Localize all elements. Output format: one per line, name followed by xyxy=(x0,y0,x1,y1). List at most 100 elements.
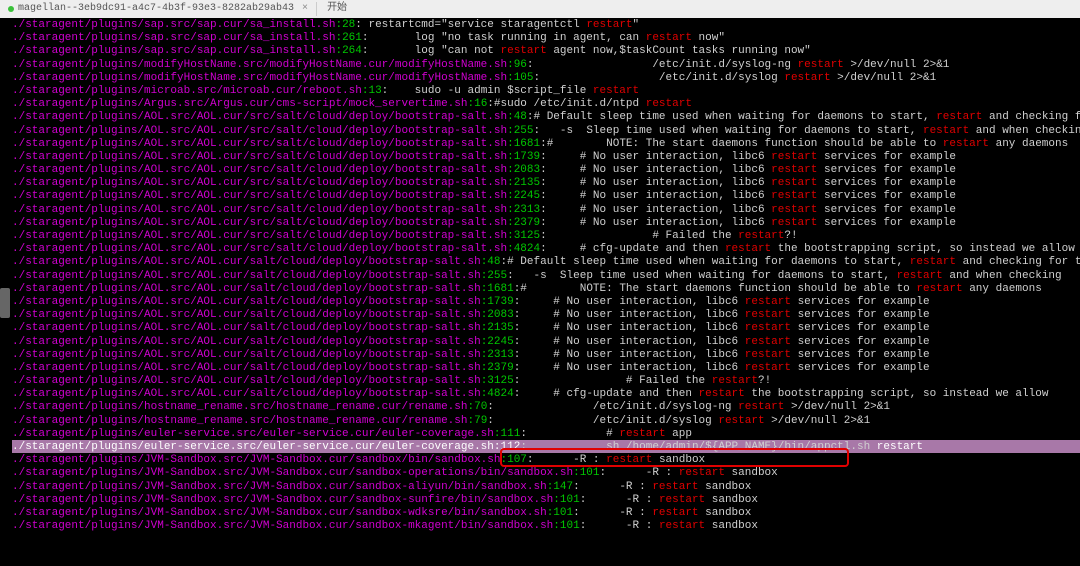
line-text: : # No user interaction, libc6 xyxy=(540,150,771,163)
grep-result-line[interactable]: ./staragent/plugins/Argus.src/Argus.cur/… xyxy=(12,97,1080,110)
tab-session-1[interactable]: magellan--3eb9dc91-a4c7-4b3f-93e3-8282ab… xyxy=(0,2,316,16)
close-icon[interactable]: × xyxy=(302,2,308,16)
grep-result-line[interactable]: ./staragent/plugins/JVM-Sandbox.src/JVM-… xyxy=(12,493,1080,506)
grep-result-line[interactable]: ./staragent/plugins/AOL.src/AOL.cur/src/… xyxy=(12,242,1080,255)
grep-result-line[interactable]: ./staragent/plugins/AOL.src/AOL.cur/salt… xyxy=(12,374,1080,387)
line-number: 264 xyxy=(342,44,362,57)
line-text: : log "no task running in agent, can xyxy=(362,31,646,44)
line-text-after: >/dev/null 2>&1 xyxy=(831,71,937,84)
line-text: : # No user interaction, libc6 xyxy=(540,216,771,229)
grep-result-line[interactable]: ./staragent/plugins/JVM-Sandbox.src/JVM-… xyxy=(12,480,1080,493)
line-text-after: ?! xyxy=(758,374,771,387)
match-keyword: restart xyxy=(652,506,698,519)
line-text: : # xyxy=(520,427,619,440)
grep-result-line[interactable]: ./staragent/plugins/modifyHostName.src/m… xyxy=(12,58,1080,71)
grep-result-line[interactable]: ./staragent/plugins/AOL.src/AOL.cur/src/… xyxy=(12,229,1080,242)
grep-result-line[interactable]: ./staragent/plugins/AOL.src/AOL.cur/salt… xyxy=(12,348,1080,361)
grep-result-line[interactable]: ./staragent/plugins/sap.src/sap.cur/sa_i… xyxy=(12,31,1080,44)
file-path: ./staragent/plugins/AOL.src/AOL.cur/salt… xyxy=(12,361,481,374)
grep-result-line[interactable]: ./staragent/plugins/AOL.src/AOL.cur/salt… xyxy=(12,361,1080,374)
grep-result-line[interactable]: ./staragent/plugins/sap.src/sap.cur/sa_i… xyxy=(12,44,1080,57)
line-text-after: >/dev/null 2>&1 xyxy=(844,58,950,71)
line-number: 255 xyxy=(487,269,507,282)
grep-result-line[interactable]: ./staragent/plugins/JVM-Sandbox.src/JVM-… xyxy=(12,519,1080,532)
grep-result-line[interactable]: ./staragent/plugins/AOL.src/AOL.cur/salt… xyxy=(12,282,1080,295)
line-number: 2083 xyxy=(514,163,540,176)
grep-result-line[interactable]: ./staragent/plugins/sap.src/sap.cur/sa_i… xyxy=(12,18,1080,31)
file-path: ./staragent/plugins/modifyHostName.src/m… xyxy=(12,58,507,71)
status-dot-icon xyxy=(8,6,14,12)
file-path: ./staragent/plugins/AOL.src/AOL.cur/salt… xyxy=(12,295,481,308)
file-path: ./staragent/plugins/Argus.src/Argus.cur/… xyxy=(12,97,467,110)
line-text-after: and checking for these running xyxy=(956,255,1080,268)
grep-result-line[interactable]: ./staragent/plugins/AOL.src/AOL.cur/src/… xyxy=(12,110,1080,123)
grep-result-line[interactable]: ./staragent/plugins/AOL.src/AOL.cur/src/… xyxy=(12,189,1080,202)
grep-result-line[interactable]: ./staragent/plugins/AOL.src/AOL.cur/salt… xyxy=(12,308,1080,321)
grep-result-line[interactable]: ./staragent/plugins/AOL.src/AOL.cur/salt… xyxy=(12,269,1080,282)
line-text: :#sudo /etc/init.d/ntpd xyxy=(487,97,645,110)
tab-start[interactable]: 开始 xyxy=(316,2,357,16)
grep-result-line[interactable]: ./staragent/plugins/modifyHostName.src/m… xyxy=(12,71,1080,84)
line-text-after: >/dev/null 2>&1 xyxy=(784,400,890,413)
line-text-after: and when checking xyxy=(969,124,1080,137)
line-text: : # No user interaction, libc6 xyxy=(514,335,745,348)
line-number: 2379 xyxy=(487,361,513,374)
grep-result-line[interactable]: ./staragent/plugins/euler-service.src/eu… xyxy=(12,440,1080,453)
file-path: ./staragent/plugins/AOL.src/AOL.cur/src/… xyxy=(12,176,507,189)
grep-result-line[interactable]: ./staragent/plugins/AOL.src/AOL.cur/src/… xyxy=(12,176,1080,189)
match-keyword: restart xyxy=(923,124,969,137)
line-text: : # Failed the xyxy=(540,229,738,242)
file-path: ./staragent/plugins/AOL.src/AOL.cur/salt… xyxy=(12,308,481,321)
match-keyword: restart xyxy=(699,387,745,400)
grep-result-line[interactable]: ./staragent/plugins/AOL.src/AOL.cur/src/… xyxy=(12,124,1080,137)
line-text: : sh /home/admin/${APP_NAME}/bin/appctl.… xyxy=(520,440,876,453)
grep-result-line[interactable]: ./staragent/plugins/microab.src/microab.… xyxy=(12,84,1080,97)
match-keyword: restart xyxy=(936,110,982,123)
line-text-after: " xyxy=(633,18,640,31)
grep-result-line[interactable]: ./staragent/plugins/hostname_rename.src/… xyxy=(12,400,1080,413)
terminal-output[interactable]: ./staragent/plugins/sap.src/sap.cur/sa_i… xyxy=(0,18,1080,566)
match-keyword: restart xyxy=(745,308,791,321)
line-text: : -R : xyxy=(527,453,606,466)
line-text-after: sandbox xyxy=(699,506,752,519)
grep-result-line[interactable]: ./staragent/plugins/AOL.src/AOL.cur/salt… xyxy=(12,335,1080,348)
line-text: : # No user interaction, libc6 xyxy=(514,308,745,321)
line-text: : # No user interaction, libc6 xyxy=(540,163,771,176)
line-text-after: and checking for these running xyxy=(982,110,1080,123)
line-text-after: services for example xyxy=(817,163,956,176)
match-keyword: restart xyxy=(745,348,791,361)
file-path: ./staragent/plugins/sap.src/sap.cur/sa_i… xyxy=(12,31,335,44)
file-path: ./staragent/plugins/microab.src/microab.… xyxy=(12,84,362,97)
file-path: ./staragent/plugins/euler-service.src/eu… xyxy=(12,440,494,453)
grep-result-line[interactable]: ./staragent/plugins/AOL.src/AOL.cur/src/… xyxy=(12,203,1080,216)
line-text-after: services for example xyxy=(817,216,956,229)
grep-result-line[interactable]: ./staragent/plugins/AOL.src/AOL.cur/src/… xyxy=(12,216,1080,229)
match-keyword: restart xyxy=(745,295,791,308)
line-number: 255 xyxy=(514,124,534,137)
grep-result-line[interactable]: ./staragent/plugins/euler-service.src/eu… xyxy=(12,427,1080,440)
grep-result-line[interactable]: ./staragent/plugins/AOL.src/AOL.cur/salt… xyxy=(12,321,1080,334)
grep-result-line[interactable]: ./staragent/plugins/JVM-Sandbox.src/JVM-… xyxy=(12,453,1080,466)
grep-result-line[interactable]: ./staragent/plugins/AOL.src/AOL.cur/salt… xyxy=(12,255,1080,268)
grep-result-line[interactable]: ./staragent/plugins/AOL.src/AOL.cur/salt… xyxy=(12,295,1080,308)
match-keyword: restart xyxy=(593,84,639,97)
grep-result-line[interactable]: ./staragent/plugins/AOL.src/AOL.cur/src/… xyxy=(12,137,1080,150)
grep-result-line[interactable]: ./staragent/plugins/AOL.src/AOL.cur/salt… xyxy=(12,387,1080,400)
match-keyword: restart xyxy=(718,414,764,427)
file-path: ./staragent/plugins/AOL.src/AOL.cur/salt… xyxy=(12,335,481,348)
grep-result-line[interactable]: ./staragent/plugins/AOL.src/AOL.cur/src/… xyxy=(12,163,1080,176)
terminal-viewport: magellan--3eb9dc91-a4c7-4b3f-93e3-8282ab… xyxy=(0,0,1080,566)
grep-result-line[interactable]: ./staragent/plugins/JVM-Sandbox.src/JVM-… xyxy=(12,466,1080,479)
line-number: 48 xyxy=(514,110,527,123)
line-text: :# Default sleep time used when waiting … xyxy=(501,255,910,268)
grep-result-line[interactable]: ./staragent/plugins/AOL.src/AOL.cur/src/… xyxy=(12,150,1080,163)
grep-result-line[interactable]: ./staragent/plugins/hostname_rename.src/… xyxy=(12,414,1080,427)
line-text: : # cfg-update and then xyxy=(540,242,725,255)
grep-result-line[interactable]: ./staragent/plugins/JVM-Sandbox.src/JVM-… xyxy=(12,506,1080,519)
line-number: 107 xyxy=(507,453,527,466)
match-keyword: restart xyxy=(798,58,844,71)
file-path: ./staragent/plugins/hostname_rename.src/… xyxy=(12,414,467,427)
line-text-after: >/dev/null 2>&1 xyxy=(765,414,871,427)
line-text-after: and when checking xyxy=(943,269,1062,282)
line-text-after: sandbox xyxy=(705,519,758,532)
